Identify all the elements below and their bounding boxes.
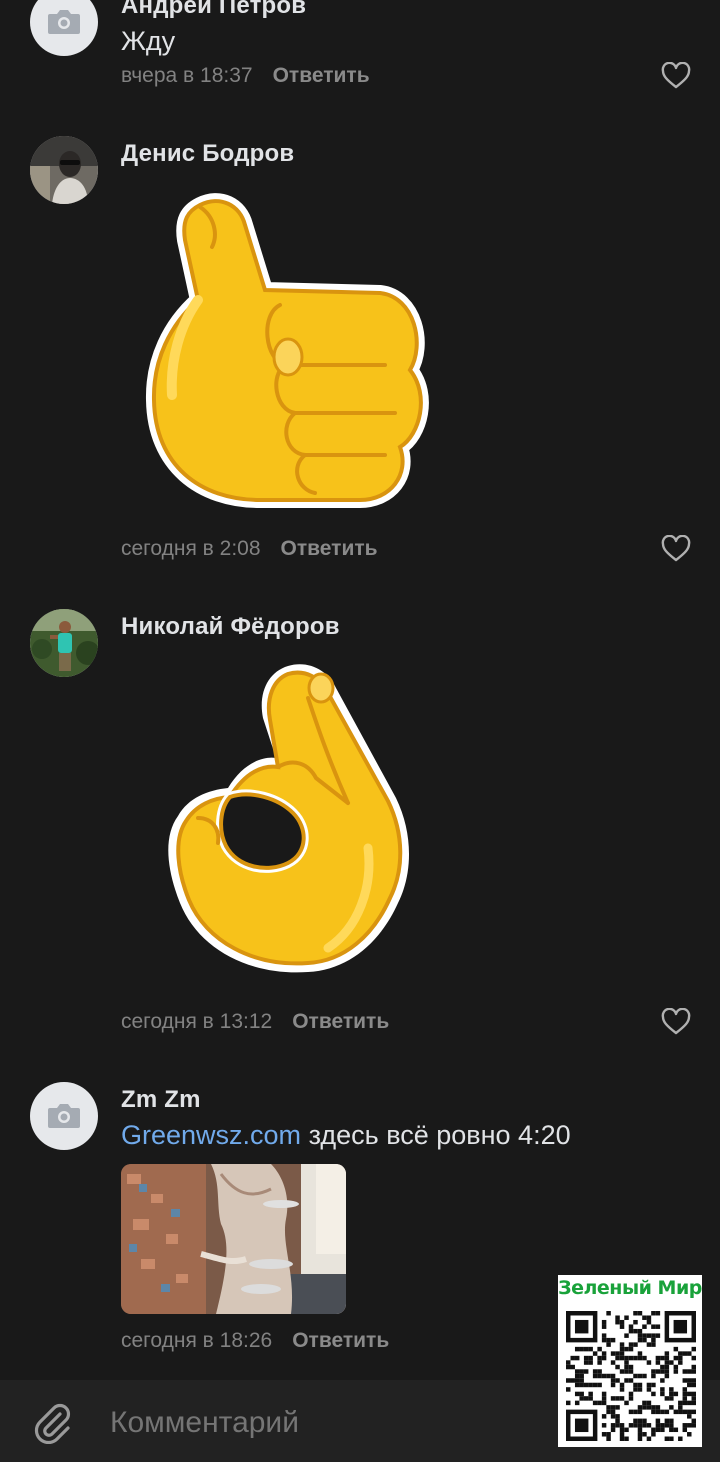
watermark-qr: Зеленый Мир [558,1275,702,1447]
comment-text-body: здесь всё ровно 4:20 [301,1120,571,1150]
comment-author[interactable]: Андрей Петров [121,0,306,20]
avatar-photo [30,136,98,204]
heart-outline-icon[interactable] [661,535,691,563]
avatar-camera-placeholder[interactable] [30,0,98,56]
camera-icon [48,1104,80,1128]
photo-image [121,1164,346,1314]
comment-meta: сегодня в 2:08 Ответить [121,537,378,561]
comment-meta: вчера в 18:37 Ответить [121,64,370,88]
comment-author[interactable]: Денис Бодров [121,140,294,168]
avatar-nikolay[interactable] [30,609,98,677]
camera-icon [48,10,80,34]
comment-time: сегодня в 13:12 [121,1010,273,1033]
comment-author[interactable]: Zm Zm [121,1086,201,1114]
comment-time: вчера в 18:37 [121,64,253,87]
heart-outline-icon[interactable] [661,62,691,90]
reply-button[interactable]: Ответить [292,1010,389,1033]
avatar-denis[interactable] [30,136,98,204]
reply-button[interactable]: Ответить [273,64,370,87]
reply-button[interactable]: Ответить [292,1329,389,1352]
comment-meta: сегодня в 18:26 Ответить [121,1329,389,1353]
comment-time: сегодня в 2:08 [121,537,261,560]
comment-link[interactable]: Greenwsz.com [121,1120,301,1150]
comment-author[interactable]: Николай Фёдоров [121,613,340,641]
heart-outline-icon[interactable] [661,1008,691,1036]
comment-meta: сегодня в 13:12 Ответить [121,1010,389,1034]
ok-hand-sticker[interactable] [158,658,418,983]
photo-attachment[interactable] [121,1164,346,1314]
avatar-camera-placeholder[interactable] [30,1082,98,1150]
comment-text: Greenwsz.com здесь всё ровно 4:20 [121,1120,571,1151]
watermark-title: Зеленый Мир [558,1277,702,1299]
comment-input[interactable] [108,1402,532,1444]
paperclip-icon[interactable] [30,1400,74,1444]
thumbs-up-sticker[interactable] [140,185,430,510]
comment-time: сегодня в 18:26 [121,1329,273,1352]
reply-button[interactable]: Ответить [281,537,378,560]
comment-text: Жду [121,26,176,56]
qr-code [566,1311,696,1441]
avatar-photo [30,609,98,677]
